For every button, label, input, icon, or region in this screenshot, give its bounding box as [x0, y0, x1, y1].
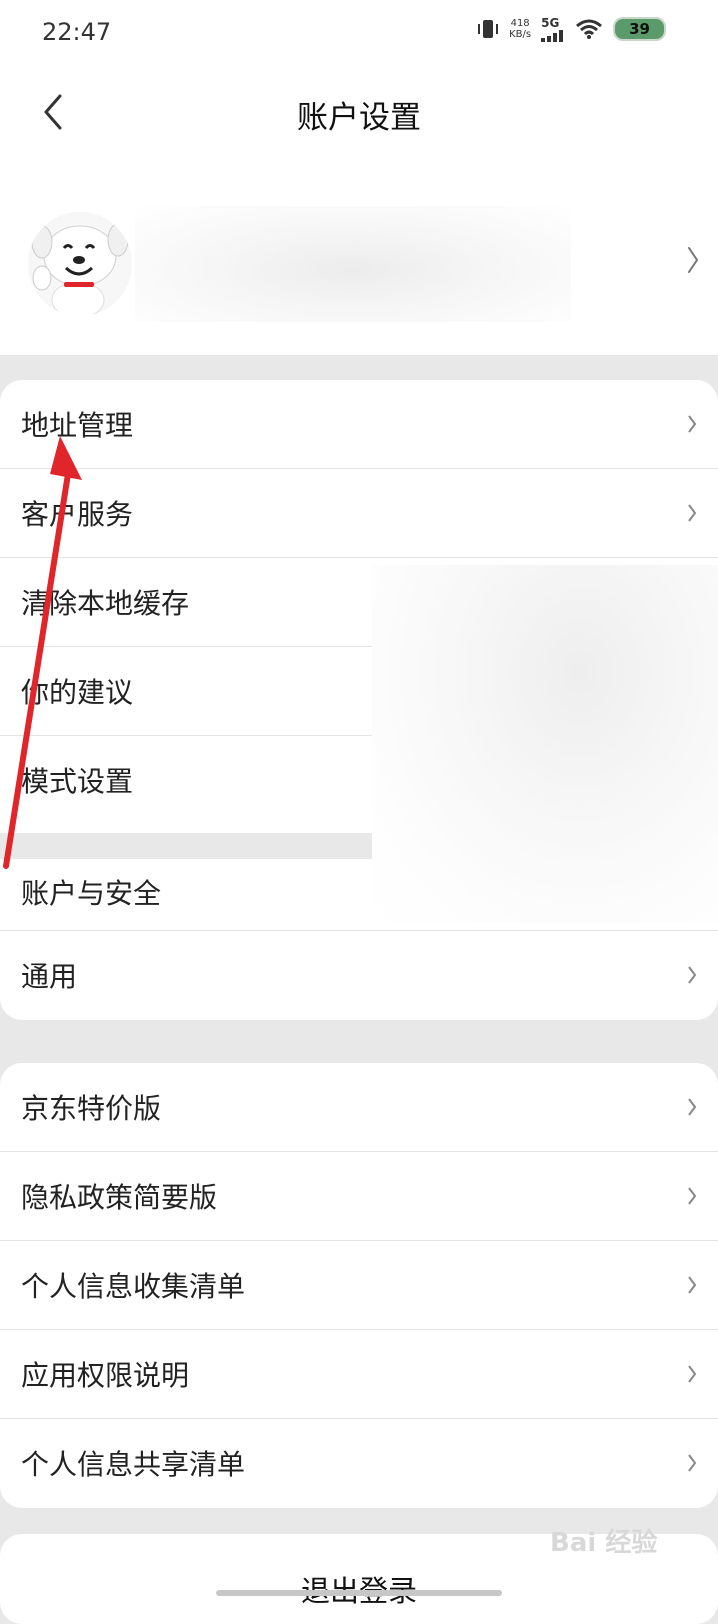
row-label: 模式设置: [21, 765, 134, 798]
section-gap: [0, 833, 372, 859]
battery-indicator: 39: [613, 17, 666, 41]
wifi-icon: [576, 19, 603, 39]
top-section: 22:47 418 KB/s 5G 39 账户设置: [0, 0, 718, 355]
row-label: 通用: [21, 960, 78, 993]
user-avatar[interactable]: [28, 212, 132, 316]
cellular-signal: 5G: [541, 16, 565, 42]
row-label: 地址管理: [21, 409, 134, 442]
network-speed: 418 KB/s: [509, 18, 532, 40]
page-title: 账户设置: [297, 100, 421, 136]
chevron-right-icon: [688, 1365, 697, 1383]
row-label: 隐私政策简要版: [21, 1181, 218, 1214]
chevron-right-icon: [688, 415, 697, 433]
status-icons: 418 KB/s 5G 39: [477, 16, 666, 42]
chevron-right-icon: [688, 1098, 697, 1116]
row-label: 个人信息收集清单: [21, 1270, 246, 1303]
row-label: 京东特价版: [21, 1092, 162, 1125]
settings-row-general[interactable]: 通用: [0, 931, 718, 1020]
chevron-right-icon: [688, 966, 697, 984]
signal-icon: [541, 30, 564, 42]
chevron-right-icon: [688, 1187, 697, 1205]
settings-row-customer-service[interactable]: 客户服务: [0, 469, 718, 558]
blurred-profile-info: [135, 206, 571, 322]
settings-row-address[interactable]: 地址管理: [0, 380, 718, 469]
row-label: 应用权限说明: [21, 1359, 190, 1392]
chevron-right-icon: [688, 504, 697, 522]
settings-row-info-sharing[interactable]: 个人信息共享清单: [0, 1419, 718, 1508]
network-type: 5G: [541, 16, 560, 30]
row-label: 账户与安全: [21, 877, 162, 910]
status-time: 22:47: [42, 18, 112, 46]
row-label: 客户服务: [21, 498, 134, 531]
settings-row-permissions[interactable]: 应用权限说明: [0, 1330, 718, 1419]
chevron-right-icon: [688, 1276, 697, 1294]
row-label: 你的建议: [21, 676, 134, 709]
settings-row-jd-lite[interactable]: 京东特价版: [0, 1063, 718, 1152]
row-label: 个人信息共享清单: [21, 1448, 246, 1481]
row-label: 清除本地缓存: [21, 587, 190, 620]
logout-label: 退出登录: [0, 1568, 718, 1610]
mascot-dog-image: [28, 212, 132, 316]
profile-chevron-right-icon[interactable]: [686, 244, 700, 276]
home-indicator[interactable]: [216, 1590, 502, 1596]
vibrate-icon: [478, 20, 499, 38]
settings-row-info-collection[interactable]: 个人信息收集清单: [0, 1241, 718, 1330]
settings-card-info: 京东特价版 隐私政策简要版 个人信息收集清单 应用权限说明 个人信息共享清单: [0, 1063, 718, 1508]
blurred-region: [372, 565, 718, 923]
settings-row-privacy-summary[interactable]: 隐私政策简要版: [0, 1152, 718, 1241]
baidu-watermark: Bai 经验: [550, 1528, 658, 1558]
chevron-right-icon: [688, 1454, 697, 1472]
